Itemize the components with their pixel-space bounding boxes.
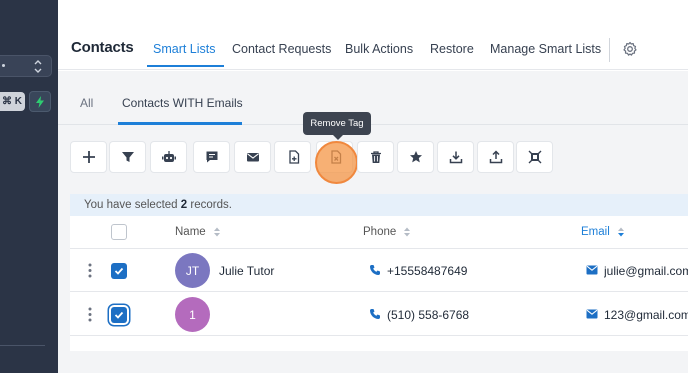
- tab-bulk-actions[interactable]: Bulk Actions: [345, 42, 413, 56]
- sort-icon: [404, 227, 411, 237]
- tab-manage-smart-lists[interactable]: Manage Smart Lists: [490, 42, 601, 56]
- contacts-table: Name Phone Email JT Julie Tutor +1555848…: [70, 216, 688, 351]
- row-checkbox[interactable]: [111, 307, 127, 323]
- column-email-label: Email: [581, 226, 610, 239]
- sort-desc-icon: [617, 227, 624, 237]
- divider: [0, 345, 45, 346]
- select-all-checkbox[interactable]: [111, 224, 127, 240]
- tab-contact-requests[interactable]: Contact Requests: [232, 42, 331, 56]
- active-tab-indicator: [147, 65, 224, 67]
- tooltip: Remove Tag: [303, 112, 371, 140]
- contact-phone[interactable]: (510) 558-6768: [387, 308, 469, 322]
- row-checkbox[interactable]: [111, 263, 127, 279]
- merge-button[interactable]: [516, 141, 553, 173]
- top-navigation: Contacts Smart Lists Contact Requests Bu…: [58, 0, 688, 70]
- sort-icon: [213, 227, 220, 237]
- table-row[interactable]: JT Julie Tutor +15558487649 julie@gmail.…: [70, 249, 688, 292]
- avatar[interactable]: JT: [175, 253, 210, 288]
- column-name-label: Name: [175, 226, 206, 239]
- command-shortcut[interactable]: ⌘ K: [0, 92, 25, 111]
- drag-handle-icon[interactable]: [88, 307, 92, 322]
- list-tabs: All Contacts WITH Emails: [58, 71, 688, 125]
- column-name[interactable]: Name: [175, 226, 221, 238]
- email-icon: [586, 309, 598, 319]
- contact-email[interactable]: 123@gmail.com: [604, 308, 688, 322]
- column-phone[interactable]: Phone: [363, 226, 411, 238]
- drag-handle-icon[interactable]: [88, 263, 92, 278]
- robot-icon: [161, 151, 176, 162]
- review-request-button[interactable]: [397, 141, 434, 173]
- click-highlight: [315, 141, 358, 184]
- message-icon: [206, 151, 217, 163]
- quick-action-button[interactable]: [29, 91, 51, 112]
- lightning-icon: [36, 95, 44, 108]
- star-icon: [409, 151, 422, 163]
- checkmark-icon: [114, 267, 124, 275]
- export-button[interactable]: [477, 141, 514, 173]
- gear-icon[interactable]: [622, 41, 638, 57]
- tab-all[interactable]: All: [80, 96, 93, 110]
- send-sms-button[interactable]: [193, 141, 230, 173]
- selection-count: 2: [180, 199, 188, 211]
- filter-icon: [121, 152, 134, 162]
- sidebar: ⌘ K: [0, 0, 58, 373]
- import-button[interactable]: [437, 141, 474, 173]
- plus-icon: [82, 151, 95, 163]
- main-content: All Contacts WITH Emails Remove Tag You …: [58, 71, 688, 373]
- column-email[interactable]: Email: [581, 226, 625, 238]
- add-tag-icon: [288, 150, 299, 164]
- dot-icon: [2, 64, 5, 67]
- table-row[interactable]: 1 (510) 558-6768 123@gmail.com: [70, 293, 688, 336]
- email-icon: [246, 153, 259, 162]
- selection-suffix: records.: [190, 199, 232, 211]
- tab-restore[interactable]: Restore: [430, 42, 474, 56]
- add-tag-button[interactable]: [274, 141, 311, 173]
- active-tab-indicator: [118, 122, 242, 125]
- phone-icon: [370, 265, 380, 275]
- merge-icon: [528, 150, 541, 164]
- table-header: Name Phone Email: [70, 216, 688, 249]
- trash-icon: [370, 151, 381, 163]
- page-title: Contacts: [71, 39, 134, 56]
- chevron-updown-icon: [34, 60, 42, 73]
- contact-name[interactable]: Julie Tutor: [219, 264, 274, 278]
- contact-email[interactable]: julie@gmail.com: [604, 264, 688, 278]
- selection-prefix: You have selected: [84, 199, 178, 211]
- avatar[interactable]: 1: [175, 297, 210, 332]
- selection-banner: You have selected 2 records.: [70, 194, 688, 216]
- tab-smart-lists[interactable]: Smart Lists: [153, 42, 216, 56]
- filter-button[interactable]: [109, 141, 146, 173]
- workflow-button[interactable]: [150, 141, 187, 173]
- add-contact-button[interactable]: [70, 141, 107, 173]
- email-icon: [586, 265, 598, 275]
- import-icon: [449, 151, 462, 164]
- phone-icon: [370, 309, 380, 319]
- send-email-button[interactable]: [234, 141, 271, 173]
- checkmark-icon: [114, 311, 124, 319]
- contact-phone[interactable]: +15558487649: [387, 264, 467, 278]
- delete-button[interactable]: [357, 141, 394, 173]
- location-switcher[interactable]: [0, 55, 52, 77]
- export-icon: [489, 150, 502, 164]
- tab-contacts-with-emails[interactable]: Contacts WITH Emails: [122, 96, 243, 110]
- divider: [609, 38, 610, 62]
- column-phone-label: Phone: [363, 226, 397, 239]
